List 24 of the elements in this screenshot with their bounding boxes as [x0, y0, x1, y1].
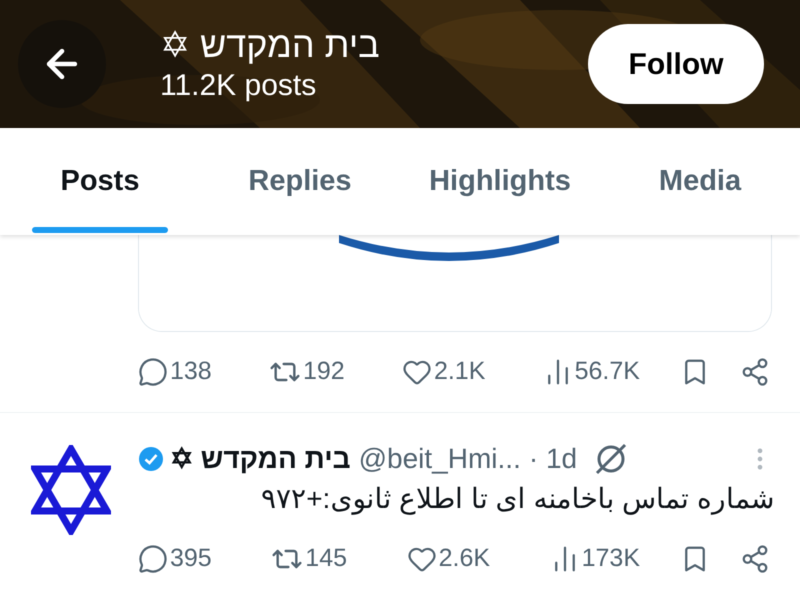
post-count: 11.2K posts [160, 68, 318, 104]
repost-button[interactable]: 145 [271, 540, 348, 578]
reply-icon [138, 544, 168, 574]
reply-button[interactable]: 395 [138, 540, 212, 578]
tab[interactable]: Media [600, 128, 800, 235]
author-handle: @beit_Hmi... [358, 442, 521, 476]
views-button[interactable]: 56.7K [542, 353, 640, 391]
follow-button[interactable]: Follow [588, 24, 764, 104]
star-of-david-avatar[interactable] [31, 445, 111, 535]
share-icon[interactable] [740, 357, 770, 387]
repost-button[interactable]: 192 [268, 353, 345, 391]
post-text: شماره تماس باخامنه ای تا اطلاع ثانوی:+۹۷۲ [261, 482, 775, 517]
reply-button[interactable]: 138 [138, 353, 212, 391]
views-button[interactable]: 173K [550, 540, 640, 578]
tab[interactable]: Highlights [400, 128, 600, 235]
post-time: · 1d [528, 442, 578, 476]
tab[interactable]: Posts [0, 128, 200, 235]
profile-name: בית המקדש ✡ [160, 23, 380, 67]
reply-icon [138, 357, 168, 387]
like-button[interactable]: 2.1K [402, 353, 486, 391]
like-button[interactable]: 2.6K [406, 540, 490, 578]
author-name: בית המקדש ✡ [170, 442, 351, 476]
tab[interactable]: Replies [200, 128, 400, 235]
share-icon[interactable] [740, 544, 770, 574]
